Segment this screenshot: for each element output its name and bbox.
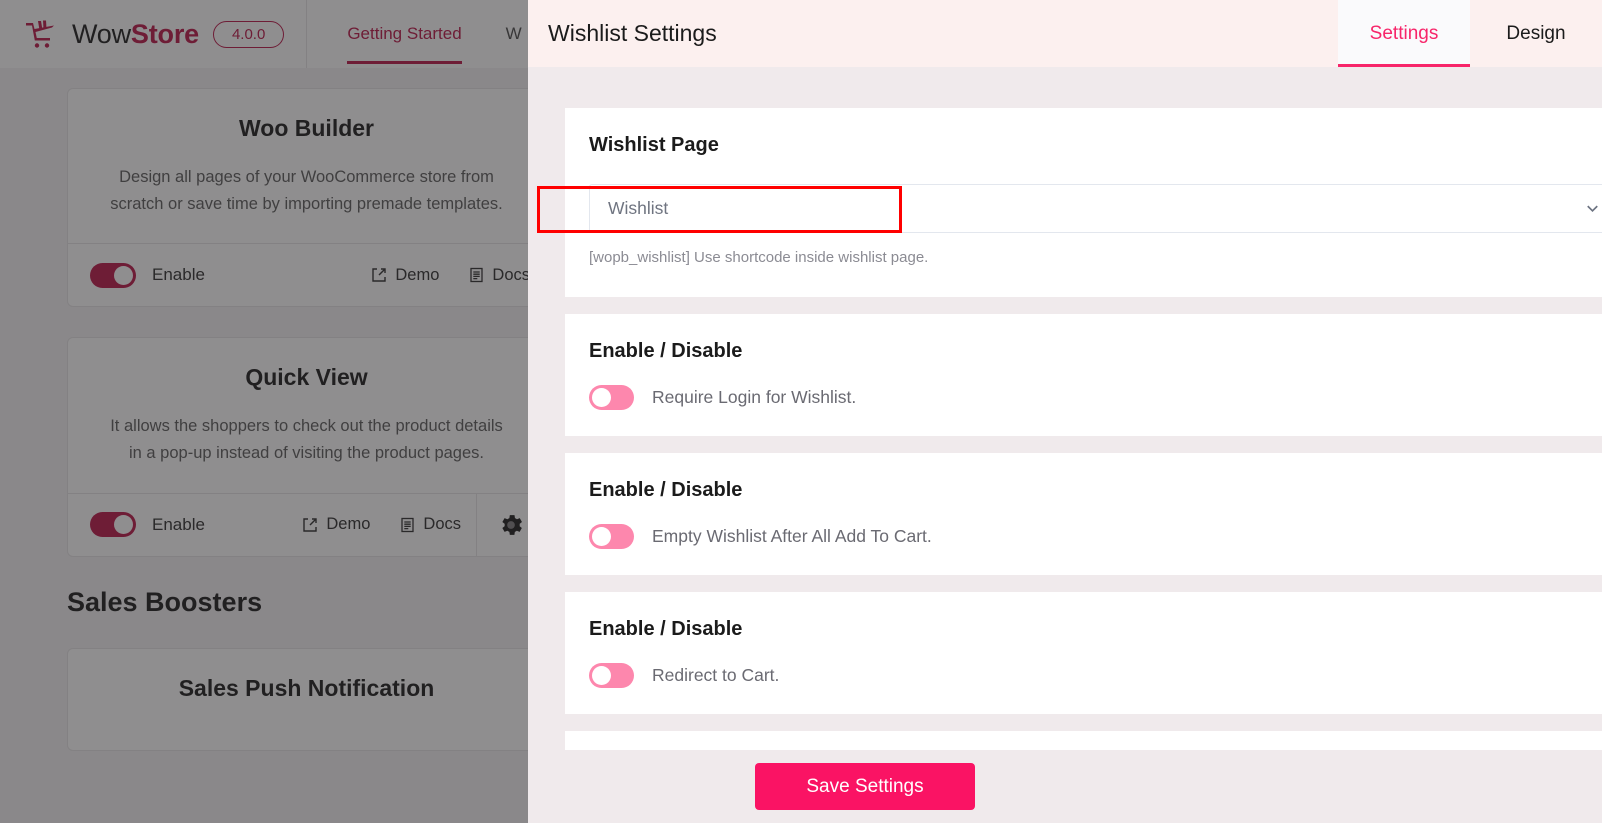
modal-footer: Save Settings [528, 750, 1602, 823]
setting-label: Enable / Disable [589, 479, 743, 501]
toggle-label: Redirect to Cart. [652, 665, 780, 685]
screen-root: WowStore 4.0.0 Getting Started W Woo Bui… [0, 0, 1602, 823]
modal-tabs: Settings Design [1338, 0, 1602, 67]
toggle-row: Redirect to Cart. [589, 663, 1602, 688]
modal-body[interactable]: Wishlist Page Wishlist [wopb_wishlist] U… [528, 67, 1602, 750]
save-settings-button[interactable]: Save Settings [755, 763, 975, 810]
toggle-label: Require Login for Wishlist. [652, 387, 857, 407]
setting-card-button-text: Button Text [565, 731, 1602, 750]
toggle-label: Empty Wishlist After All Add To Cart. [652, 526, 932, 546]
select-value: Wishlist [608, 198, 669, 218]
modal-title: Wishlist Settings [548, 20, 717, 46]
wishlist-settings-modal: Wishlist Settings Settings Design Wishli… [528, 0, 1602, 823]
setting-label: Enable / Disable [589, 340, 743, 362]
empty-wishlist-toggle[interactable] [589, 524, 634, 549]
tab-design[interactable]: Design [1470, 0, 1602, 67]
modal-header: Wishlist Settings Settings Design [528, 0, 1602, 67]
redirect-cart-toggle[interactable] [589, 663, 634, 688]
tab-label: Settings [1369, 22, 1439, 44]
toggle-row: Empty Wishlist After All Add To Cart. [589, 524, 1602, 549]
setting-label: Enable / Disable [589, 618, 743, 640]
require-login-toggle[interactable] [589, 385, 634, 410]
wishlist-page-select[interactable]: Wishlist [589, 184, 1602, 233]
setting-card-empty-wishlist: Enable / Disable Empty Wishlist After Al… [565, 453, 1602, 575]
toggle-row: Require Login for Wishlist. [589, 385, 1602, 410]
tab-label: Design [1506, 22, 1566, 44]
setting-card-require-login: Enable / Disable Require Login for Wishl… [565, 314, 1602, 436]
setting-label: Wishlist Page [589, 134, 719, 156]
setting-card-wishlist-page: Wishlist Page Wishlist [wopb_wishlist] U… [565, 108, 1602, 297]
chevron-down-icon [1583, 199, 1602, 218]
shortcode-help-text: [wopb_wishlist] Use shortcode inside wis… [589, 249, 929, 266]
setting-card-redirect-to-cart: Enable / Disable Redirect to Cart. [565, 592, 1602, 714]
tab-settings[interactable]: Settings [1338, 0, 1470, 67]
